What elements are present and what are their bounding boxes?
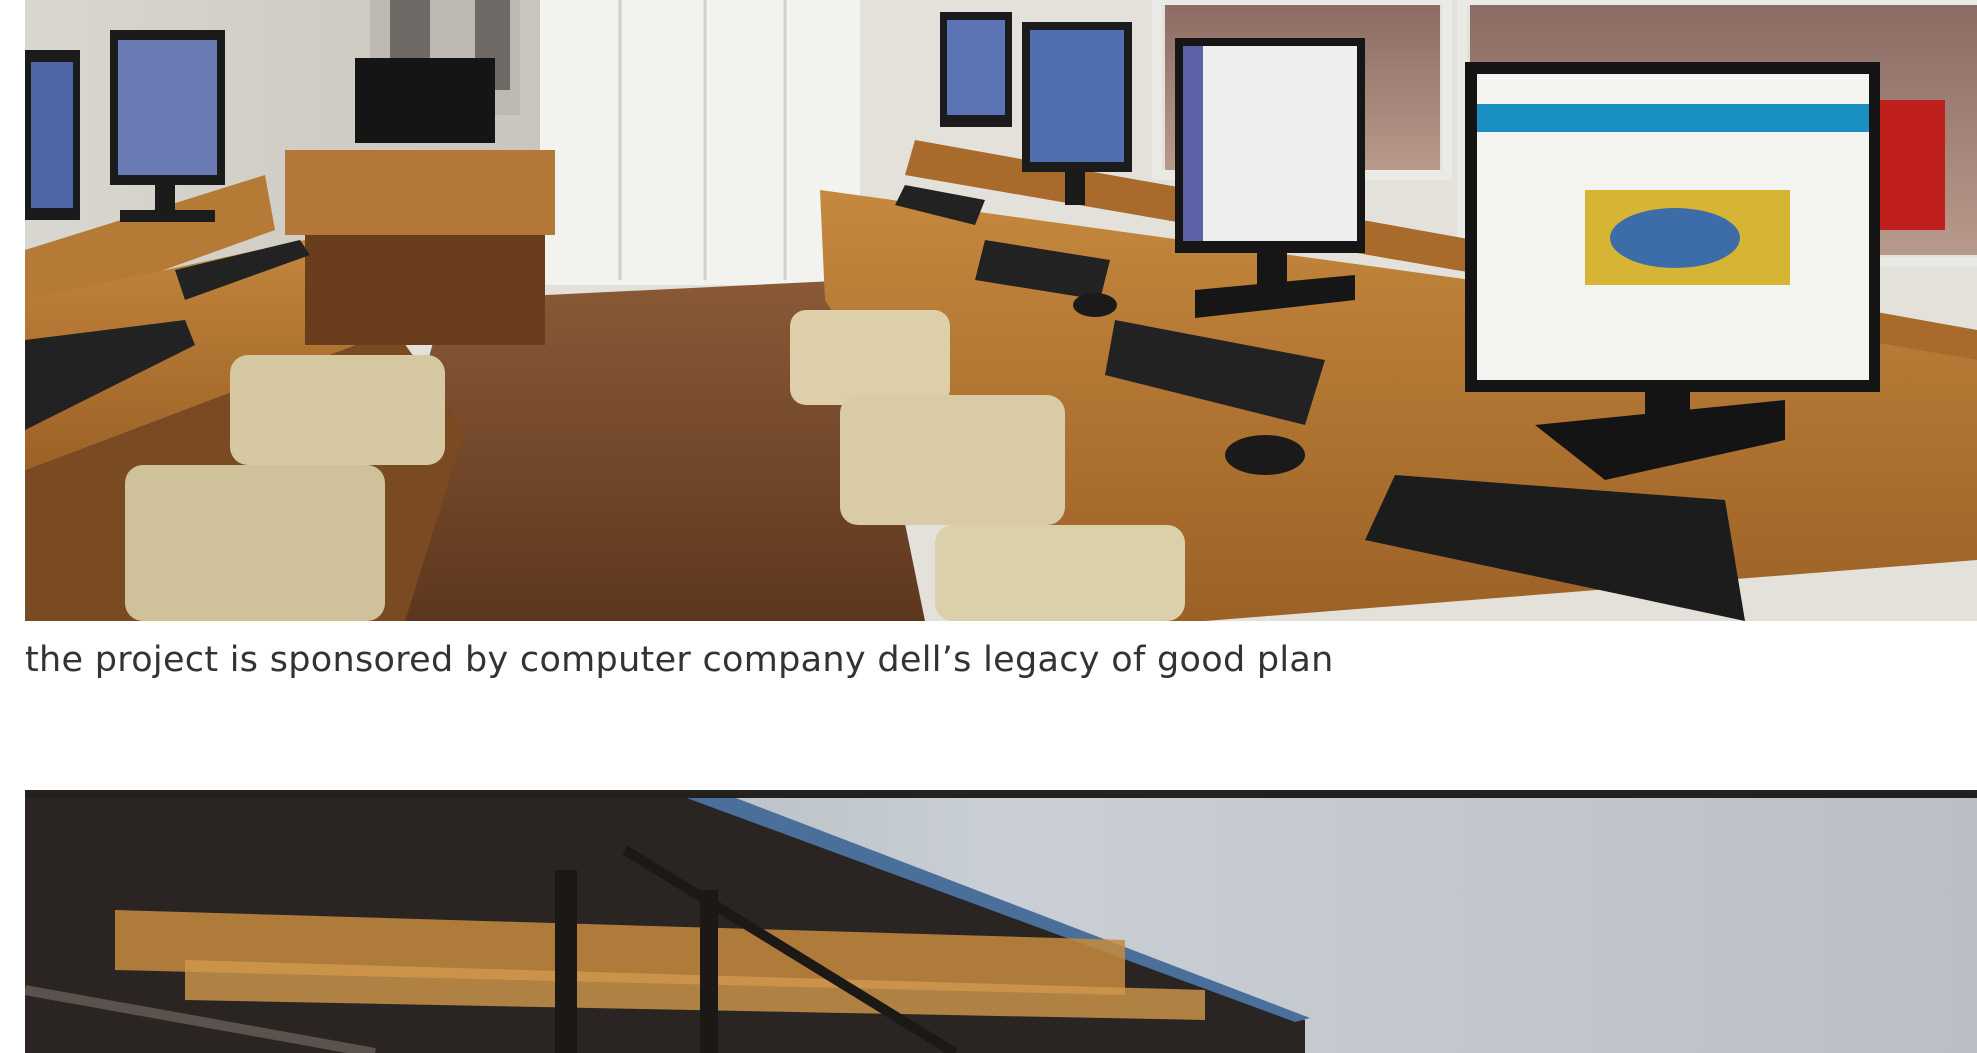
computer-lab-photo xyxy=(25,0,1977,621)
building-roof-photo-illustration xyxy=(25,790,1977,1053)
computer-lab-photo-illustration xyxy=(25,0,1977,621)
building-roof-photo xyxy=(25,790,1977,1053)
photo-caption: the project is sponsored by computer com… xyxy=(25,640,1334,680)
